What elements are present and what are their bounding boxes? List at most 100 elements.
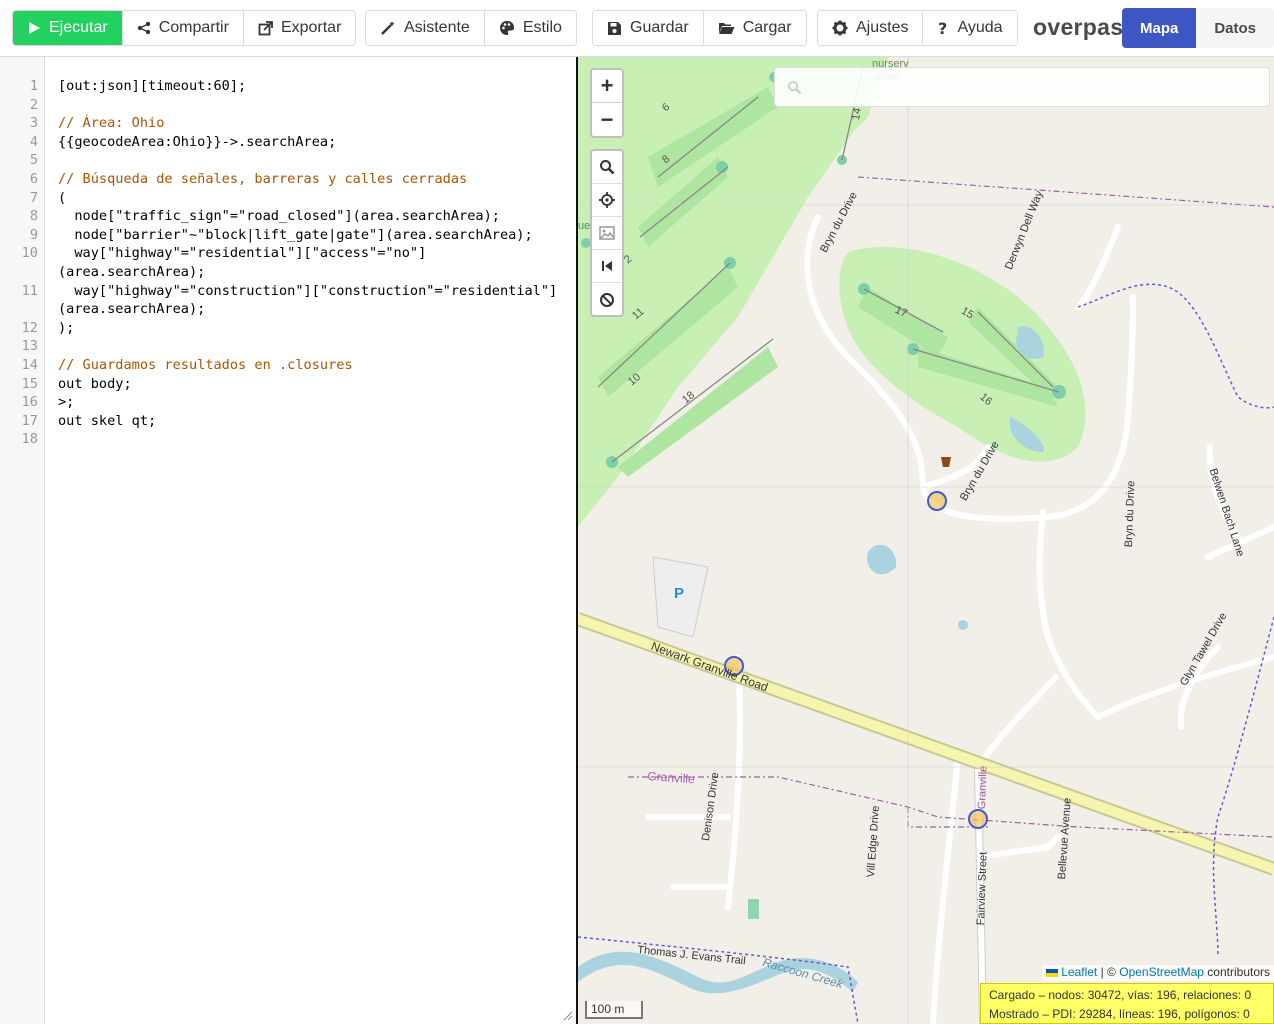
magic-wand-icon — [381, 21, 395, 35]
map-tiles — [578, 57, 1274, 1024]
run-button[interactable]: Ejecutar — [13, 11, 123, 45]
map-search-input[interactable] — [810, 77, 1250, 97]
line-number: 14 — [21, 356, 38, 373]
gear-icon — [832, 20, 848, 36]
line-number: 8 — [29, 208, 38, 225]
attribution-contributors: contributors — [1207, 965, 1270, 979]
palette-icon — [499, 21, 514, 35]
svg-text:?: ? — [938, 20, 947, 36]
query-editor[interactable]: 1 2 3 4 5 6 7 8 9 10 11 12 13 14 15 16 1… — [0, 57, 576, 1024]
attribution-separator: | © — [1100, 965, 1116, 979]
save-load-group: Guardar Cargar — [592, 10, 807, 46]
data-stats-box: Cargado – nodos: 30472, vías: 196, relac… — [980, 983, 1274, 1024]
code-line: // Área: Ohio — [58, 115, 165, 132]
question-icon: ? — [938, 20, 947, 36]
map-label: Fairview Street — [975, 851, 990, 926]
map-search-box — [774, 67, 1270, 107]
code-line: [out:json][timeout:60]; — [58, 78, 247, 94]
parking-icon: P — [674, 585, 685, 602]
line-number: 11 — [21, 282, 38, 299]
search-icon — [600, 160, 615, 175]
line-number: 15 — [21, 375, 38, 392]
wizard-button[interactable]: Asistente — [366, 11, 485, 45]
search-icon — [787, 80, 802, 94]
code-line: // Búsqueda de señales, barreras y calle… — [58, 170, 468, 187]
skip-back-icon — [602, 261, 612, 271]
view-tabs: Mapa Datos — [1122, 8, 1274, 48]
stats-shown: Mostrado – PDI: 29284, líneas: 196, polí… — [989, 1007, 1250, 1021]
export-button[interactable]: Exportar — [243, 11, 356, 45]
save-button[interactable]: Guardar — [593, 11, 704, 45]
code-line: node["traffic_sign"="road_closed"](area.… — [58, 208, 500, 225]
zoom-control: + − — [590, 68, 624, 138]
leaflet-link[interactable]: Leaflet — [1061, 965, 1097, 979]
line-number: 17 — [21, 412, 38, 429]
settings-help-group: Ajustes ? Ayuda — [817, 10, 1018, 46]
external-link-icon — [258, 20, 273, 35]
code-line: ); — [58, 319, 75, 336]
toolbar: Ejecutar Compartir Exportar Asistente Es… — [0, 0, 1274, 57]
tab-map[interactable]: Mapa — [1122, 8, 1197, 48]
zoom-in-button[interactable]: + — [592, 70, 622, 103]
line-number: 6 — [29, 170, 38, 187]
line-number: 2 — [29, 96, 38, 113]
code-line: node["barrier"~"block|lift_gate|gate"](a… — [58, 226, 533, 243]
map-label: ue — [578, 220, 591, 232]
stats-loaded: Cargado – nodos: 30472, vías: 196, relac… — [989, 988, 1252, 1002]
line-number: 7 — [29, 189, 38, 206]
crosshair-icon — [599, 192, 615, 208]
ban-icon — [600, 292, 614, 307]
map-label: Granville — [976, 765, 990, 810]
line-number: 18 — [21, 431, 38, 448]
line-number: 12 — [21, 319, 38, 336]
line-number: 9 — [29, 226, 38, 243]
wizard-style-group: Asistente Estilo — [365, 10, 577, 46]
line-numbers: 1 2 3 4 5 6 7 8 9 10 11 12 13 14 15 16 1… — [0, 77, 38, 449]
line-number: 1 — [29, 78, 38, 94]
help-button[interactable]: ? Ayuda — [923, 11, 1017, 45]
line-number: 16 — [21, 394, 38, 411]
code-line: {{geocodeArea:Ohio}}->.searchArea; — [58, 133, 337, 150]
line-number: 10 — [21, 245, 38, 262]
code-line: ( — [58, 189, 67, 206]
locate-button[interactable] — [592, 184, 622, 217]
image-icon — [599, 226, 615, 240]
share-icon — [137, 21, 150, 35]
zoom-to-data-button[interactable] — [592, 250, 622, 283]
map-tools — [590, 149, 624, 317]
map-label: Bryn du Drive — [1123, 480, 1138, 548]
map-attribution: Leaflet | © OpenStreetMap contributors — [1041, 965, 1274, 981]
play-icon — [29, 22, 40, 34]
share-button[interactable]: Compartir — [122, 11, 244, 45]
export-image-button[interactable] — [592, 217, 622, 250]
code-line: way["highway"="residential"]["access"="n… — [58, 245, 427, 280]
code-line: way["highway"="construction"]["construct… — [58, 282, 558, 318]
line-number: 4 — [29, 133, 38, 150]
clear-data-button[interactable] — [592, 283, 622, 316]
osm-link[interactable]: OpenStreetMap — [1119, 965, 1204, 979]
ukraine-flag-icon — [1045, 968, 1058, 977]
map-label: 14 — [850, 106, 864, 122]
floppy-disk-icon — [608, 21, 621, 35]
code-line: out body; — [58, 375, 132, 392]
map-scale: 100 m — [585, 1001, 643, 1019]
line-number: 5 — [29, 152, 38, 169]
style-button[interactable]: Estilo — [484, 11, 576, 45]
zoom-out-button[interactable]: − — [592, 103, 622, 136]
search-map-button[interactable] — [592, 151, 622, 184]
code-line: >; — [58, 394, 75, 411]
folder-open-icon — [718, 23, 735, 34]
code-area[interactable]: [out:json][timeout:60]; // Área: Ohio {{… — [45, 77, 565, 449]
load-button[interactable]: Cargar — [703, 11, 806, 45]
code-line: // Guardamos resultados en .closures — [58, 356, 353, 373]
line-number: 13 — [21, 338, 38, 355]
line-number: 3 — [29, 115, 38, 132]
map-view[interactable]: nursery green Bryn du Drive Derwyn Dell … — [578, 57, 1274, 1024]
settings-button[interactable]: Ajustes — [818, 11, 924, 45]
tab-data[interactable]: Datos — [1196, 8, 1274, 48]
resize-handle-icon[interactable] — [562, 1010, 572, 1020]
